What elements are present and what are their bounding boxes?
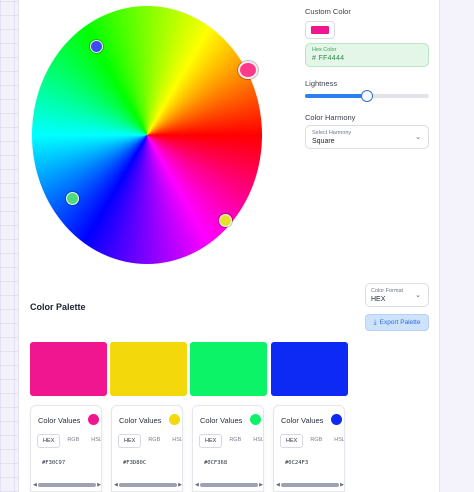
tab-hsl[interactable]: HSL [86,434,101,448]
export-palette-button[interactable]: ⤓ Export Palette [365,314,429,331]
color-harmony-label: Color Harmony [305,113,356,122]
wheel-handle-blue[interactable] [90,40,103,53]
download-icon: ⤓ [373,318,377,326]
card-title: Color Values [200,416,243,425]
format-tabs: HEX RGB HSL [280,434,344,448]
custom-color-picker[interactable] [305,21,335,39]
tab-hsl[interactable]: HSL [248,434,263,448]
tab-rgb[interactable]: RGB [62,434,84,448]
wheel-handle-yellow[interactable] [219,214,232,227]
color-values-card: Color Values HEX RGB HSL #0CF368 ◀ ▶ [192,405,264,492]
card-color-dot [331,414,342,425]
tab-hex[interactable]: HEX [118,434,142,448]
palette-swatch-3[interactable] [190,342,267,396]
tab-hsl[interactable]: HSL [167,434,182,448]
tab-hex[interactable]: HEX [280,434,304,448]
tab-hex[interactable]: HEX [37,434,61,448]
tab-hex[interactable]: HEX [199,434,223,448]
tab-rgb[interactable]: RGB [143,434,165,448]
hex-color-value: # FF4444 [312,55,345,62]
scrollbar-thumb[interactable] [200,483,258,487]
color-values-card: Color Values HEX RGB HSL #F3D80C ◀ ▶ [111,405,183,492]
color-code: #0C24F3 [285,460,309,466]
wheel-handle-green[interactable] [66,192,79,205]
scroll-right-icon[interactable]: ▶ [259,482,263,488]
card-color-dot [88,414,99,425]
tab-rgb[interactable]: RGB [224,434,246,448]
tab-hsl[interactable]: HSL [329,434,344,448]
scroll-right-icon[interactable]: ▶ [97,482,101,488]
harmony-select[interactable]: Select Harmony Square ⌄ [305,125,429,149]
horizontal-scrollbar[interactable]: ◀ ▶ [31,482,101,488]
harmony-select-value: Square [312,138,335,145]
card-color-dot [250,414,261,425]
color-values-card: Color Values HEX RGB HSL #F30C97 ◀ ▶ [30,405,102,492]
color-format-value: HEX [371,296,386,303]
scroll-left-icon[interactable]: ◀ [114,482,118,488]
card-title: Color Values [119,416,162,425]
color-format-label: Color Format [371,288,404,294]
custom-color-label: Custom Color [305,7,351,16]
color-code: #F30C97 [42,460,66,466]
color-code: #F3D80C [123,460,147,466]
lightness-slider-thumb[interactable] [361,90,373,102]
scrollbar-thumb[interactable] [281,483,339,487]
format-tabs: HEX RGB HSL [199,434,263,448]
color-format-select[interactable]: Color Format HEX ⌄ [365,283,429,307]
palette-swatch-1[interactable] [30,342,107,396]
format-tabs: HEX RGB HSL [118,434,182,448]
scroll-left-icon[interactable]: ◀ [276,482,280,488]
color-code: #0CF368 [204,460,228,466]
scrollbar-thumb[interactable] [38,483,96,487]
color-palette-title: Color Palette [30,302,86,312]
lightness-slider[interactable] [305,90,429,102]
card-color-dot [169,414,180,425]
lightness-label: Lightness [305,79,338,88]
scroll-left-icon[interactable]: ◀ [33,482,37,488]
wheel-handle-primary[interactable] [238,61,258,79]
card-title: Color Values [38,416,81,425]
horizontal-scrollbar[interactable]: ◀ ▶ [274,482,344,488]
hex-color-label: Hex Color [312,47,337,53]
palette-swatch-2[interactable] [110,342,187,396]
custom-color-swatch [311,26,329,34]
lightness-slider-fill [305,94,367,98]
format-tabs: HEX RGB HSL [37,434,101,448]
horizontal-scrollbar[interactable]: ◀ ▶ [193,482,263,488]
horizontal-scrollbar[interactable]: ◀ ▶ [112,482,182,488]
export-palette-label: Export Palette [379,319,421,326]
tab-rgb[interactable]: RGB [305,434,327,448]
scroll-left-icon[interactable]: ◀ [195,482,199,488]
chevron-down-icon: ⌄ [415,292,421,299]
background-strip [440,0,474,492]
card-title: Color Values [281,416,324,425]
harmony-select-label: Select Harmony [312,130,352,136]
scrollbar-thumb[interactable] [119,483,177,487]
chevron-down-icon: ⌄ [415,134,421,141]
palette-swatch-4[interactable] [271,342,348,396]
scroll-right-icon[interactable]: ▶ [340,482,344,488]
color-values-card: Color Values HEX RGB HSL #0C24F3 ◀ ▶ [273,405,345,492]
hex-color-field[interactable]: Hex Color # FF4444 [305,43,429,67]
scroll-right-icon[interactable]: ▶ [178,482,182,488]
